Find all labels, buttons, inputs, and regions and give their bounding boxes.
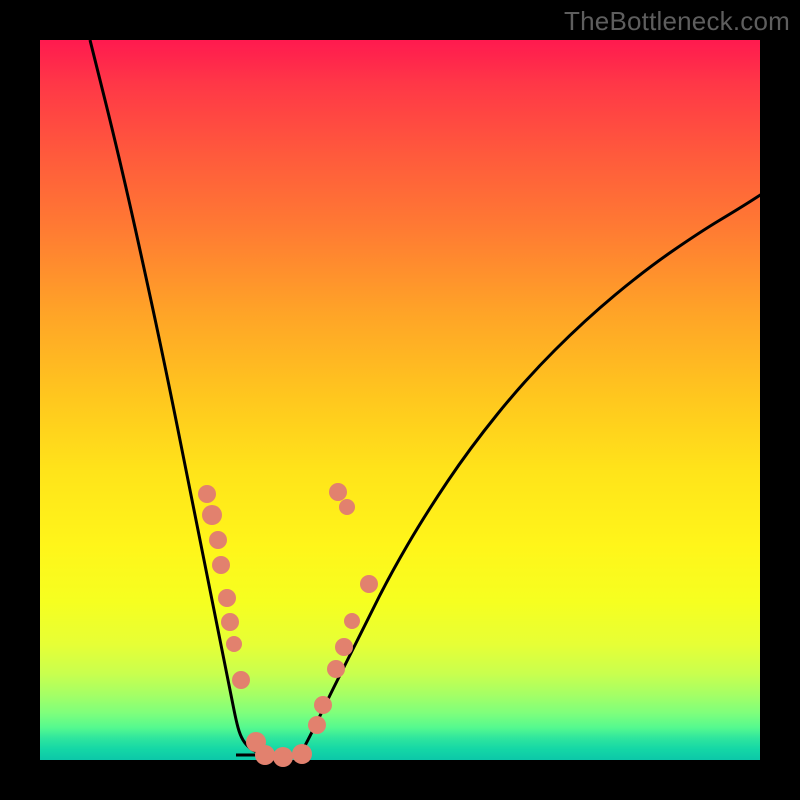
highlight-dot	[209, 531, 227, 549]
highlight-dot	[344, 613, 360, 629]
highlight-dot	[212, 556, 230, 574]
curve-group	[90, 40, 765, 755]
highlight-dot	[202, 505, 222, 525]
highlight-dot	[221, 613, 239, 631]
highlight-dot	[232, 671, 250, 689]
right-curve	[300, 192, 765, 755]
highlight-dot	[339, 499, 355, 515]
highlight-dot	[308, 716, 326, 734]
highlight-dot	[218, 589, 236, 607]
left-curve	[90, 40, 270, 755]
highlight-dot	[314, 696, 332, 714]
highlight-dot	[226, 636, 242, 652]
highlight-dot	[335, 638, 353, 656]
highlight-dot	[255, 745, 275, 765]
highlight-dot	[360, 575, 378, 593]
highlight-dot	[327, 660, 345, 678]
highlight-dot	[273, 747, 293, 767]
watermark-label: TheBottleneck.com	[564, 6, 790, 37]
chart-svg	[40, 40, 760, 760]
chart-stage: TheBottleneck.com	[0, 0, 800, 800]
highlight-dot	[292, 744, 312, 764]
highlight-dot	[198, 485, 216, 503]
highlight-dots	[198, 483, 378, 767]
highlight-dot	[329, 483, 347, 501]
